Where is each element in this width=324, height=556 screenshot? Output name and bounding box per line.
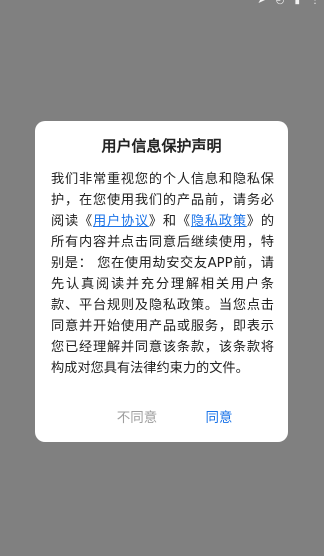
battery-icon: ▮ — [294, 0, 300, 6]
location-icon: ➤ — [257, 0, 266, 6]
status-icons: ➤ ◴ ▮ ⋮ — [257, 0, 320, 6]
agree-button[interactable]: 同意 — [169, 408, 269, 428]
body-text-part2: 》和《 — [148, 214, 191, 229]
dialog-title: 用户信息保护声明 — [101, 137, 222, 155]
status-bar: ➤ ◴ ▮ ⋮ — [0, 0, 324, 8]
privacy-dialog: 用户信息保护声明 我们非常重视您的个人信息和隐私保护，在您使用我们的产品前，请务… — [35, 121, 288, 442]
body-text-part3: 》的所有内容并点击同意后继续使用，特别是： 您在使用劫安交友APP前，请先认真阅… — [51, 214, 275, 376]
dialog-body: 我们非常重视您的个人信息和隐私保护，在您使用我们的产品前，请务必阅读《用户协议》… — [51, 169, 274, 379]
screen: ➤ ◴ ▮ ⋮ 用户信息保护声明 我们非常重视您的个人信息和隐私保护，在您使用我… — [0, 0, 324, 556]
privacy-policy-link[interactable]: 隐私政策 — [191, 214, 247, 229]
clock-icon: ◴ — [275, 0, 285, 6]
user-agreement-link[interactable]: 用户协议 — [93, 214, 149, 229]
more-icon: ⋮ — [310, 0, 320, 6]
dialog-actions: 不同意 同意 — [35, 408, 288, 428]
